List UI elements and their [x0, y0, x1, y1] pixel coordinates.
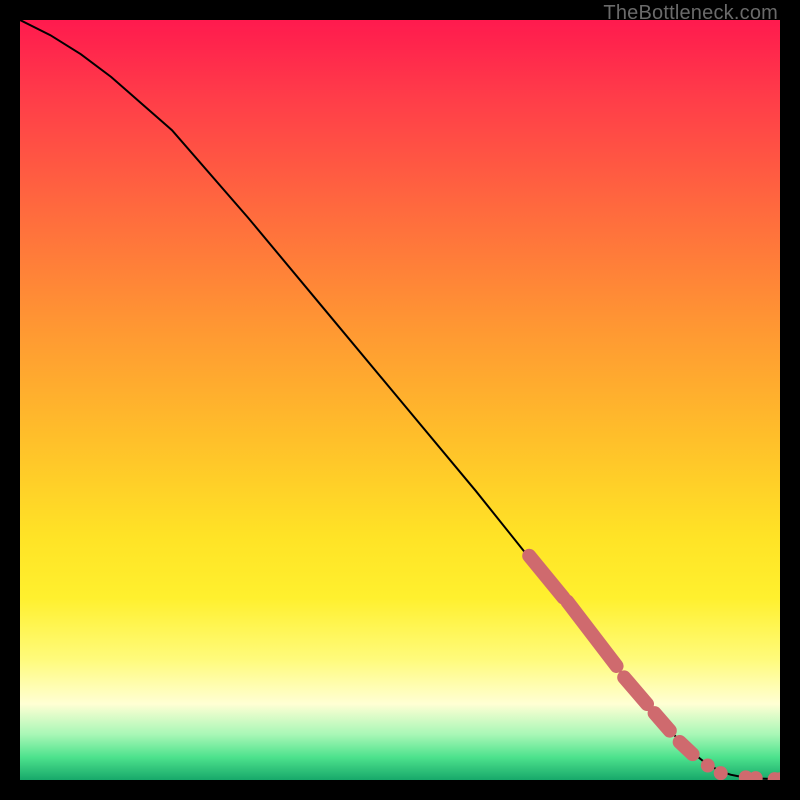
data-markers	[701, 759, 780, 780]
highlight-segment	[529, 556, 563, 598]
chart-plot-area	[20, 20, 780, 780]
data-marker	[701, 759, 715, 773]
highlight-segment	[567, 601, 616, 666]
data-marker	[714, 766, 728, 780]
highlight-segments	[529, 556, 692, 754]
curve-line	[20, 20, 780, 779]
chart-svg	[20, 20, 780, 780]
highlight-segment	[655, 713, 670, 730]
highlight-segment	[680, 742, 693, 754]
highlight-segment	[624, 677, 647, 704]
chart-frame: TheBottleneck.com	[0, 0, 800, 800]
